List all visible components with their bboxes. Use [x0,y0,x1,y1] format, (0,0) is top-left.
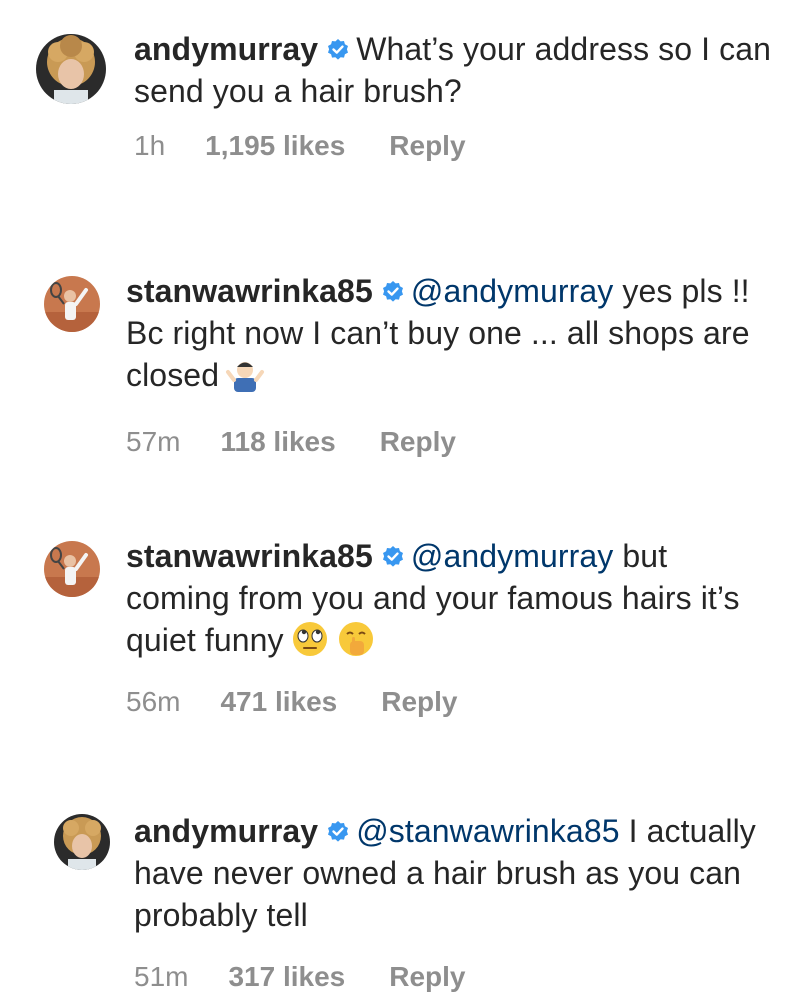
comment-username[interactable]: stanwawrinka85 [126,273,373,309]
comment-mention[interactable]: @andymurray [411,538,614,574]
comment-timestamp: 1h [134,130,166,161]
verified-badge-icon [381,280,405,304]
andymurray-avatar-image [36,34,106,104]
avatar[interactable] [44,541,100,597]
verified-badge-icon [381,545,405,569]
comment-likes[interactable]: 1,195 likes [205,130,345,161]
stanwawrinka85-avatar-image [44,541,100,597]
comment: stanwawrinka85 @andymurray yes pls !! Bc … [0,250,804,480]
comment-meta: 57m 118 likes Reply [126,425,456,459]
comment-mention[interactable]: @andymurray [411,273,614,309]
stanwawrinka85-avatar-image [44,276,100,332]
comment-meta: 1h 1,195 likes Reply [134,129,466,163]
andymurray-avatar-image [54,814,110,870]
avatar[interactable] [36,34,106,104]
comment-mention[interactable]: @stanwawrinka85 [356,813,619,849]
person-shrugging-emoji-icon [225,354,265,394]
avatar[interactable] [54,814,110,870]
comment-likes[interactable]: 317 likes [228,961,345,992]
comment: andymurray What’s your address so I can s… [0,0,804,200]
reply-button[interactable]: Reply [389,130,465,161]
verified-badge-icon [326,820,350,844]
comment: andymurray @stanwawrinka85 I actually hav… [0,790,804,1000]
comment-body: stanwawrinka85 @andymurray but coming fro… [126,535,766,661]
comment-body: andymurray What’s your address so I can s… [134,28,794,112]
reply-button[interactable]: Reply [389,961,465,992]
comment-body: stanwawrinka85 @andymurray yes pls !! Bc … [126,270,766,396]
comment-meta: 51m 317 likes Reply [134,960,466,994]
comment-username[interactable]: andymurray [134,31,318,67]
verified-badge-icon [326,38,350,62]
comment-likes[interactable]: 118 likes [220,426,335,457]
comment-timestamp: 56m [126,686,181,717]
reply-button[interactable]: Reply [380,426,456,457]
face-with-hand-over-mouth-emoji-icon [336,619,376,659]
avatar[interactable] [44,276,100,332]
comment-timestamp: 57m [126,426,181,457]
reply-button[interactable]: Reply [381,686,457,717]
face-with-rolling-eyes-emoji-icon [290,619,330,659]
comment-timestamp: 51m [134,961,189,992]
comment: stanwawrinka85 @andymurray but coming fro… [0,515,804,745]
comment-meta: 56m 471 likes Reply [126,685,458,719]
comment-username[interactable]: stanwawrinka85 [126,538,373,574]
comment-body: andymurray @stanwawrinka85 I actually hav… [134,810,774,936]
comment-likes[interactable]: 471 likes [220,686,337,717]
comment-username[interactable]: andymurray [134,813,318,849]
